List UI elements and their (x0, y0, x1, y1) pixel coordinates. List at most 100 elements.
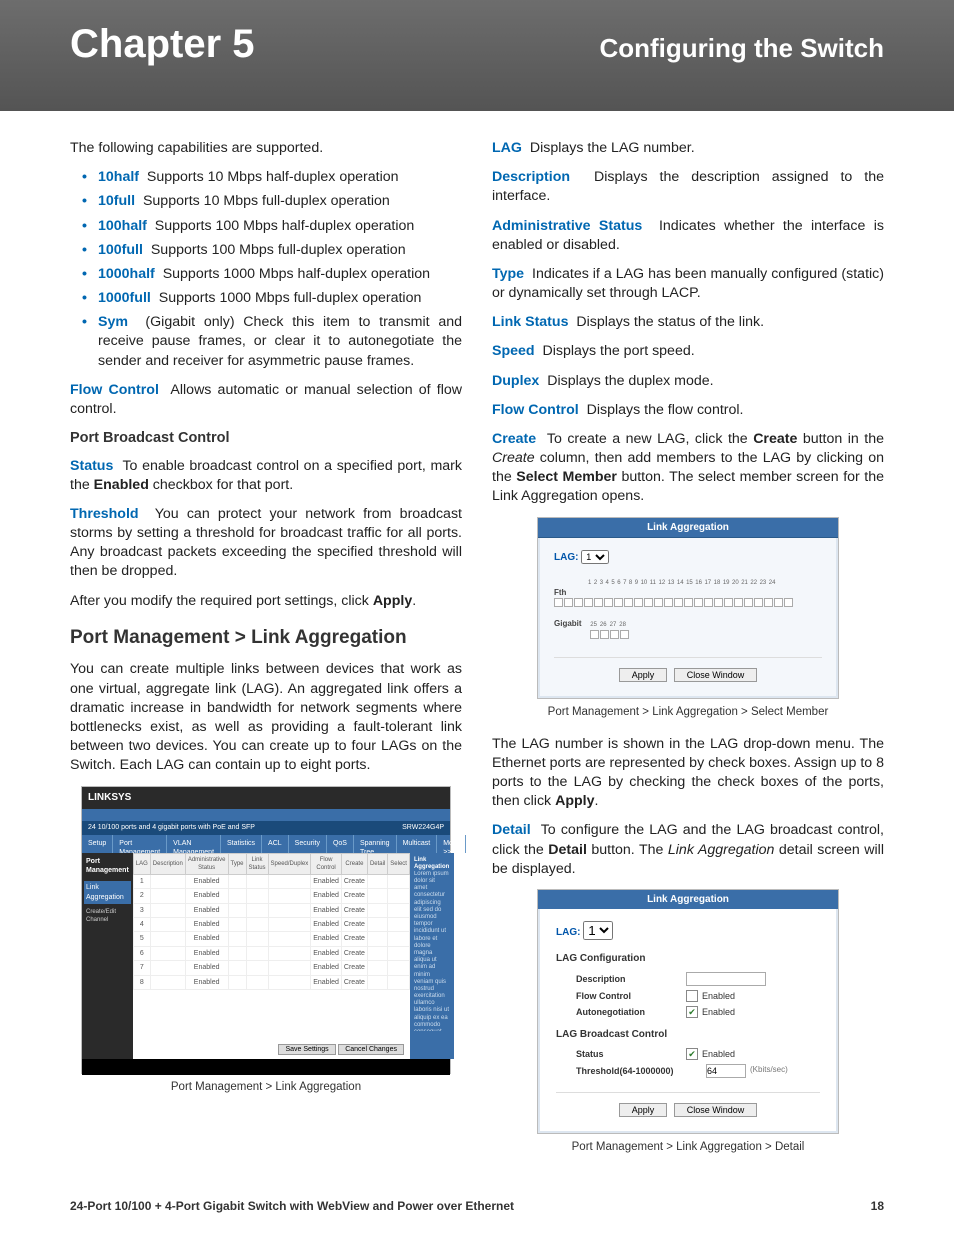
port-checkbox[interactable] (620, 630, 629, 639)
port-checkbox[interactable] (634, 598, 643, 607)
list-item: 100half Supports 100 Mbps half-duplex op… (98, 217, 462, 236)
tab[interactable]: Setup (82, 835, 113, 853)
autoneg-checkbox[interactable]: ✔ (686, 1006, 698, 1018)
list-item: 10half Supports 10 Mbps half-duplex oper… (98, 168, 462, 187)
port-checkbox[interactable] (674, 598, 683, 607)
figure-caption: Port Management > Link Aggregation > Det… (492, 1140, 884, 1156)
save-button[interactable]: Save Settings (278, 1044, 335, 1055)
port-checkbox[interactable] (624, 598, 633, 607)
chapter-title: Chapter 5 (70, 22, 255, 67)
tab-bar: Setup Port Management VLAN Management St… (82, 835, 450, 853)
status-para: Status To enable broadcast control on a … (70, 457, 462, 495)
section-head-link-agg: Port Management > Link Aggregation (70, 625, 462, 651)
close-button[interactable]: Close Window (674, 668, 758, 682)
port-checkbox[interactable] (644, 598, 653, 607)
group-lag-broadcast: LAG Broadcast Control (556, 1028, 820, 1042)
apply-button[interactable]: Apply (619, 668, 668, 682)
def-para: Administrative Status Indicates whether … (492, 217, 884, 255)
port-checkbox[interactable] (584, 598, 593, 607)
port-checkbox[interactable] (704, 598, 713, 607)
tab[interactable]: Statistics (221, 835, 262, 853)
tab[interactable]: Multicast (397, 835, 438, 853)
port-checkbox[interactable] (764, 598, 773, 607)
port-checkbox[interactable] (774, 598, 783, 607)
page-header: Chapter 5 Configuring the Switch (0, 0, 954, 111)
lag-selector: LAG: 1 (554, 550, 822, 565)
port-checkbox[interactable] (744, 598, 753, 607)
table-row: 6EnabledEnabledCreate (133, 946, 409, 960)
port-checkbox[interactable] (784, 598, 793, 607)
flowcontrol-checkbox[interactable] (686, 990, 698, 1002)
cap-term: Sym (98, 314, 128, 330)
right-column: LAG Displays the LAG number. Description… (492, 139, 884, 1169)
tab[interactable]: VLAN Management (167, 835, 221, 853)
cap-term: 100half (98, 218, 147, 234)
list-item: 1000full Supports 1000 Mbps full-duplex … (98, 289, 462, 308)
cancel-button[interactable]: Cancel Changes (338, 1044, 404, 1055)
port-checkbox[interactable] (554, 598, 563, 607)
list-item: 10full Supports 10 Mbps full-duplex oper… (98, 192, 462, 211)
def-para: Type Indicates if a LAG has been manuall… (492, 265, 884, 303)
port-checkbox[interactable] (564, 598, 573, 607)
port-checkbox[interactable] (684, 598, 693, 607)
lag-table: LAGDescriptionAdministrative StatusTypeL… (133, 853, 410, 991)
list-item: Sym (Gigabit only) Check this item to tr… (98, 313, 462, 371)
tab[interactable]: More >> (437, 835, 466, 853)
detail-para: Detail To configure the LAG and the LAG … (492, 821, 884, 879)
port-checkbox[interactable] (604, 598, 613, 607)
port-checkbox[interactable] (610, 630, 619, 639)
port-checkbox[interactable] (754, 598, 763, 607)
tab[interactable]: ACL (262, 835, 289, 853)
tab[interactable]: Port Management (113, 835, 167, 853)
port-checkbox[interactable] (590, 630, 599, 639)
sidebar: Port Management Link Aggregation Create/… (82, 853, 133, 1059)
tab[interactable]: Spanning Tree (354, 835, 397, 853)
page-footer: 24-Port 10/100 + 4-Port Gigabit Switch w… (70, 1199, 884, 1213)
def-para: Flow Control Displays the flow control. (492, 401, 884, 420)
table-row: 7EnabledEnabledCreate (133, 961, 409, 975)
list-item: 1000half Supports 1000 Mbps half-duplex … (98, 265, 462, 284)
subhead-port-broadcast: Port Broadcast Control (70, 429, 462, 449)
port-checkbox[interactable] (734, 598, 743, 607)
lag-dropdown[interactable]: 1 (581, 550, 609, 564)
page-number: 18 (871, 1199, 884, 1213)
lag-dropdown[interactable]: 1 (583, 921, 613, 940)
port-checkbox[interactable] (724, 598, 733, 607)
port-checkbox[interactable] (654, 598, 663, 607)
port-checkbox[interactable] (664, 598, 673, 607)
port-checkbox[interactable] (694, 598, 703, 607)
figure-caption: Port Management > Link Aggregation > Sel… (492, 705, 884, 721)
term: Flow Control (70, 382, 159, 398)
close-button[interactable]: Close Window (674, 1103, 758, 1117)
cap-desc: Supports 10 Mbps half-duplex operation (147, 169, 399, 185)
status-checkbox[interactable]: ✔ (686, 1048, 698, 1060)
term: Status (70, 458, 113, 474)
sidebar-subitem[interactable]: Create/Edit Channel (86, 906, 129, 926)
cap-desc: (Gigabit only) Check this item to transm… (98, 314, 462, 368)
group-lag-config: LAG Configuration (556, 952, 820, 966)
def-para: LAG Displays the LAG number. (492, 139, 884, 158)
threshold-input[interactable] (706, 1064, 746, 1078)
term: Threshold (70, 506, 139, 522)
cap-desc: Supports 100 Mbps half-duplex operation (155, 218, 414, 234)
figure-lag-detail: Link Aggregation LAG: 1 LAG Configuratio… (537, 889, 839, 1134)
brand-bar: LINKSYS (82, 787, 450, 809)
port-checkbox[interactable] (614, 598, 623, 607)
port-checkbox[interactable] (600, 630, 609, 639)
capabilities-list: 10half Supports 10 Mbps half-duplex oper… (70, 168, 462, 371)
port-checkbox[interactable] (574, 598, 583, 607)
tab[interactable]: QoS (327, 835, 354, 853)
cap-term: 1000full (98, 290, 151, 306)
threshold-para: Threshold You can protect your network f… (70, 505, 462, 582)
flowcontrol-para: Flow Control Allows automatic or manual … (70, 381, 462, 419)
port-checkbox[interactable] (594, 598, 603, 607)
apply-button[interactable]: Apply (619, 1103, 668, 1117)
cap-desc: Supports 10 Mbps full-duplex operation (143, 193, 390, 209)
page-body: The following capabilities are supported… (0, 111, 954, 1169)
apply-line: After you modify the required port setti… (70, 592, 462, 611)
def-para: Speed Displays the port speed. (492, 342, 884, 361)
port-checkbox[interactable] (714, 598, 723, 607)
description-input[interactable] (686, 972, 766, 986)
sidebar-item[interactable]: Link Aggregation (84, 881, 131, 904)
tab[interactable]: Security (289, 835, 327, 853)
